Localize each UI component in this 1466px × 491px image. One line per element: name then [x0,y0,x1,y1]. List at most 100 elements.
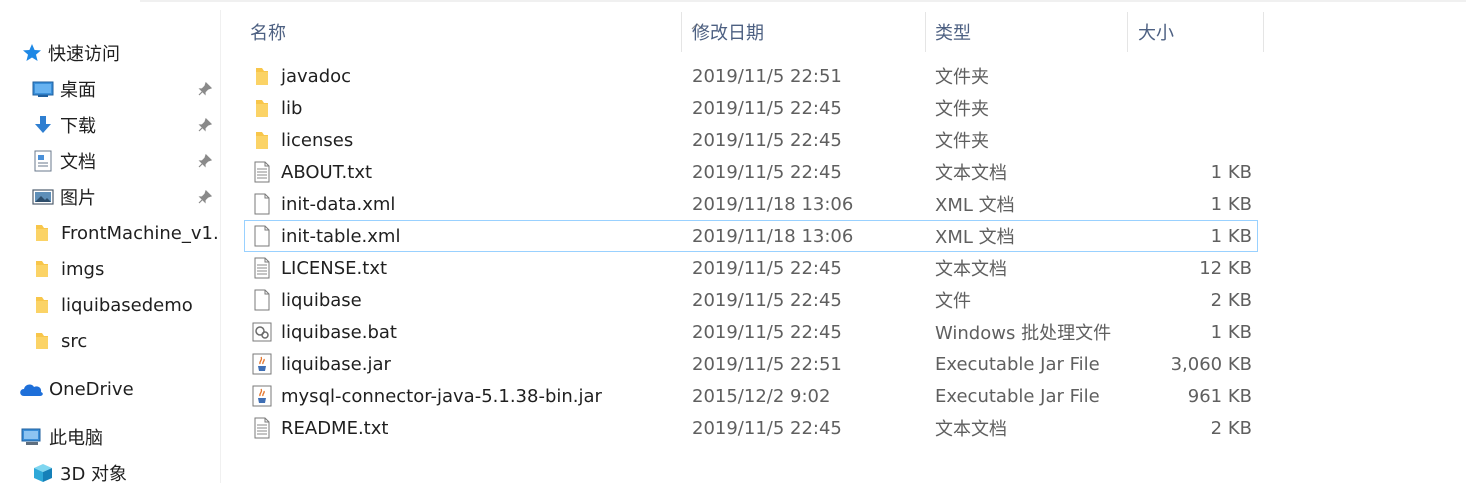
nav-folder-liquibasedemo[interactable]: liquibasedemo [34,287,193,323]
file-type: 文本文档 [935,163,1007,184]
column-divider[interactable] [925,12,926,52]
window-top-border [140,0,1466,2]
file-row[interactable]: lib 2019/11/5 22:45 文件夹 [244,92,1258,124]
nav-onedrive[interactable]: OneDrive [18,371,134,407]
file-date-modified: 2019/11/5 22:51 [692,65,842,87]
pin-icon[interactable] [198,190,212,204]
file-date-modified: 2019/11/5 22:45 [692,97,842,119]
file-type: Executable Jar File [935,353,1100,375]
folder-icon [252,92,272,124]
file-name: javadoc [281,65,352,87]
folder-icon [36,333,48,349]
file-date-modified: 2019/11/18 13:06 [692,225,854,247]
computer-icon [21,428,41,445]
text-file-icon [252,156,272,188]
file-date-modified: 2019/11/5 22:51 [692,353,842,375]
column-divider[interactable] [1127,12,1128,52]
file-size: 961 KB [1187,385,1252,407]
file-size: 2 KB [1210,289,1252,311]
file-name: liquibase.bat [281,321,397,343]
file-name: liquibase.jar [281,353,391,375]
file-date-modified: 2019/11/5 22:45 [692,257,842,279]
pin-icon[interactable] [198,118,212,132]
star-icon [23,44,41,61]
blank-file-icon [252,220,272,252]
file-size: 1 KB [1210,161,1252,183]
file-name: README.txt [281,417,389,439]
nav-onedrive-label: OneDrive [49,378,134,400]
nav-pictures-label: 图片 [60,188,96,209]
text-file-icon [252,252,272,284]
file-row[interactable]: liquibase.bat 2019/11/5 22:45 Windows 批处理文… [244,316,1258,348]
file-row[interactable]: liquibase 2019/11/5 22:45 文件 2 KB [244,284,1258,316]
nav-quick-access[interactable]: 快速访问 [22,35,120,71]
file-type: Windows 批处理文件 [935,323,1112,344]
column-header-type[interactable]: 类型 [935,12,1125,52]
file-size: 12 KB [1199,257,1252,279]
file-row[interactable]: README.txt 2019/11/5 22:45 文本文档 2 KB [244,412,1258,444]
file-row[interactable]: init-table.xml 2019/11/18 13:06 XML 文档 1 KB [244,220,1258,252]
file-type: 文件夹 [935,67,989,88]
nav-desktop[interactable]: 桌面 [32,71,96,107]
picture-icon [32,189,54,205]
column-header-name[interactable]: 名称 [250,12,670,52]
folder-icon [252,60,272,92]
nav-desktop-label: 桌面 [60,80,96,101]
column-header-name-label: 名称 [250,23,286,44]
file-date-modified: 2019/11/5 22:45 [692,417,842,439]
nav-downloads[interactable]: 下载 [32,107,96,143]
text-file-icon [252,412,272,444]
folder-icon [36,225,48,241]
file-size [1124,124,1252,156]
file-size: 1 KB [1210,225,1252,247]
nav-downloads-label: 下载 [60,116,96,137]
nav-folder-imgs-label: imgs [61,258,105,280]
file-row[interactable]: liquibase.jar 2019/11/5 22:51 Executable J… [244,348,1258,380]
file-row[interactable]: licenses 2019/11/5 22:45 文件夹 [244,124,1258,156]
file-name: lib [281,97,303,119]
nav-3d-objects[interactable]: 3D 对象 [32,455,127,491]
blank-file-icon [252,284,272,316]
file-name: licenses [281,129,354,151]
column-header-size[interactable]: 大小 [1138,12,1258,52]
file-type: 文件夹 [935,99,989,120]
nav-pictures[interactable]: 图片 [32,179,96,215]
file-date-modified: 2019/11/18 13:06 [692,193,854,215]
column-divider[interactable] [1263,12,1264,52]
pin-icon[interactable] [198,154,212,168]
file-row[interactable]: javadoc 2019/11/5 22:51 文件夹 [244,60,1258,92]
folder-icon [36,297,48,313]
file-date-modified: 2019/11/5 22:45 [692,289,842,311]
nav-folder-imgs[interactable]: imgs [34,251,104,287]
nav-folder-frontmachine-label: FrontMachine_v1.0 [61,222,220,244]
folder-icon [36,261,48,277]
nav-this-pc[interactable]: 此电脑 [20,419,103,455]
nav-folder-frontmachine[interactable]: FrontMachine_v1.0 [34,215,220,251]
nav-documents[interactable]: 文档 [32,143,96,179]
file-type: Executable Jar File [935,385,1100,407]
pin-icon[interactable] [198,82,212,96]
file-date-modified: 2015/12/2 9:02 [692,385,831,407]
column-header-date[interactable]: 修改日期 [692,12,922,52]
batch-file-icon [252,316,272,348]
nav-this-pc-label: 此电脑 [49,428,103,449]
file-name: mysql-connector-java-5.1.38-bin.jar [281,385,602,407]
nav-folder-liquibasedemo-label: liquibasedemo [61,294,193,316]
file-row[interactable]: mysql-connector-java-5.1.38-bin.jar 2015/… [244,380,1258,412]
nav-pane-divider[interactable] [220,10,221,483]
file-size [1124,60,1252,92]
file-size: 2 KB [1210,417,1252,439]
cloud-icon [20,384,43,396]
nav-folder-src[interactable]: src [34,323,87,359]
file-type: 文件夹 [935,131,989,152]
file-size: 3,060 KB [1170,353,1252,375]
java-jar-icon [252,348,272,380]
file-name: init-table.xml [281,225,401,247]
column-divider[interactable] [681,12,682,52]
file-row[interactable]: init-data.xml 2019/11/18 13:06 XML 文档 1 KB [244,188,1258,220]
folder-icon [252,124,272,156]
file-type: 文本文档 [935,419,1007,440]
column-header-date-label: 修改日期 [692,23,764,44]
file-row[interactable]: ABOUT.txt 2019/11/5 22:45 文本文档 1 KB [244,156,1258,188]
file-row[interactable]: LICENSE.txt 2019/11/5 22:45 文本文档 12 KB [244,252,1258,284]
